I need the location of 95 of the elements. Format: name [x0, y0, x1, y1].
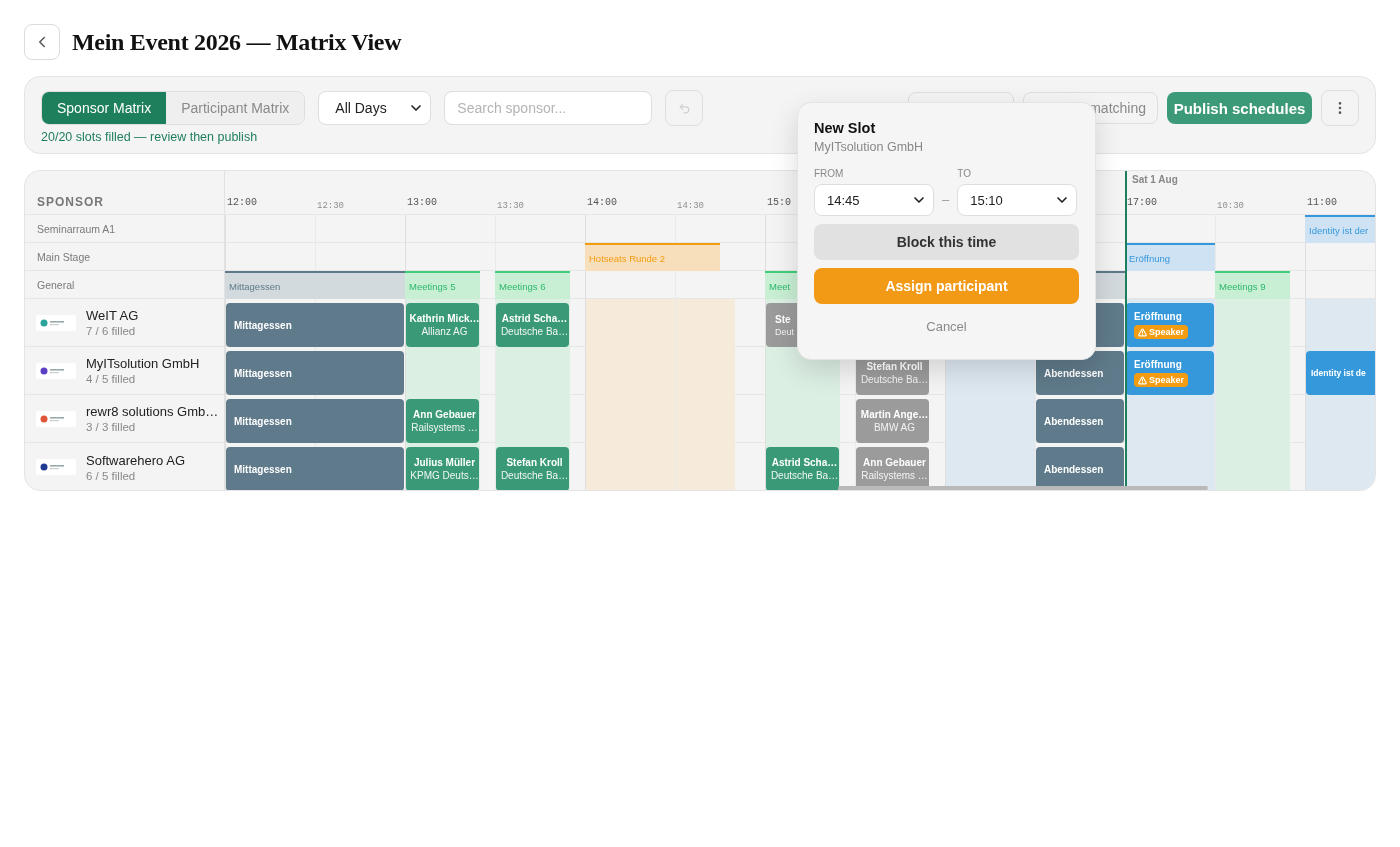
slot-block[interactable]: Stefan Kroll Deutsche Ba… [496, 447, 569, 490]
slot-company: Deutsche Ba… [860, 374, 929, 385]
slot-block[interactable]: Eröffnung Speaker [1126, 303, 1214, 347]
popup-subtitle: MyITsolution GmbH [814, 140, 925, 154]
slot-title: Eröffnung [1134, 359, 1182, 370]
slot-count: 6 / 5 filled [86, 469, 137, 482]
slot-title: Astrid Scha… [501, 313, 568, 324]
session-bar[interactable]: Identity ist der [1305, 215, 1375, 243]
room-label: Main Stage [25, 243, 227, 271]
publish-button[interactable]: Publish schedules [1167, 92, 1312, 124]
session-bar[interactable]: Meetings 9 [1215, 271, 1290, 299]
badge-label: Speaker [1149, 327, 1185, 337]
slot-block[interactable]: Astrid Scha… Deutsche Ba… [496, 303, 569, 347]
assign-button[interactable]: Assign participant [814, 268, 1079, 304]
from-select[interactable]: 14:45 [814, 184, 934, 216]
popup-title: New Slot [814, 120, 877, 136]
slot-title: Julius Müller [413, 457, 476, 468]
company-logo [36, 314, 76, 331]
field-label: TO [957, 168, 972, 179]
slot-block[interactable]: Identity ist de [1306, 351, 1375, 395]
slot-company: Deut [775, 326, 794, 337]
slot-title: Ann Gebauer [413, 409, 476, 420]
slot-title: Kathrin Mick… [409, 313, 479, 324]
slot-count: 3 / 3 filled [86, 421, 137, 433]
block-time-button[interactable]: Block this time [814, 224, 1079, 260]
more-button[interactable] [1321, 90, 1359, 126]
to-select[interactable]: 15:10 [957, 184, 1078, 216]
slot-block[interactable]: Martin Ange… BMW AG [856, 399, 929, 443]
field-label: FROM [814, 168, 845, 179]
time-label: 13:30 [497, 201, 524, 211]
slot-title: Stefan Kroll [866, 361, 923, 372]
slot-block[interactable]: Mittagessen [226, 447, 404, 490]
slot-company: Railsystems … [861, 470, 928, 481]
undo-icon [677, 101, 691, 115]
badge-label: Speaker [1149, 375, 1185, 385]
slot-title: Astrid Scha… [771, 457, 838, 468]
cancel-button[interactable]: Cancel [814, 312, 1079, 340]
slot-company: KPMG Deuts… [410, 470, 479, 481]
time-label: 14:30 [677, 201, 704, 211]
slot-block[interactable]: Ann Gebauer Railsystems … [406, 399, 479, 443]
status-text: 20/20 slots filled — review then publish [41, 130, 259, 144]
slot-title: Ste [775, 313, 791, 325]
time-label: 12:00 [227, 197, 257, 208]
scrollbar[interactable] [838, 486, 1208, 490]
slot-block[interactable]: Mittagessen [226, 351, 404, 395]
slot-title: Eröffnung [1134, 311, 1182, 322]
sponsor-name: rewr8 solutions Gmb… [86, 404, 219, 419]
slot-block[interactable]: Abendessen [1036, 399, 1124, 443]
time-label: 10:30 [1217, 201, 1244, 211]
time-label: 11:00 [1307, 197, 1337, 208]
page-title: Mein Event 2026 — Matrix View [72, 28, 402, 56]
time-label: 14:00 [587, 197, 617, 208]
slot-count: 7 / 6 filled [86, 325, 137, 337]
view-tab[interactable]: Participant Matrix [166, 92, 305, 124]
session-bar[interactable]: Mittagessen [225, 271, 405, 299]
session-bar[interactable]: Hotseats Runde 2 [585, 243, 720, 271]
time-label: 17:00 [1127, 197, 1157, 208]
slot-block[interactable]: Mittagessen [226, 303, 404, 347]
company-logo [36, 459, 76, 475]
session-bar[interactable]: Eröffnung [1125, 243, 1215, 271]
range-dash: – [942, 192, 950, 209]
company-logo [36, 362, 76, 379]
time-label: 12:30 [317, 201, 344, 211]
slot-company: Deutsche Ba… [770, 470, 839, 481]
slot-block[interactable]: Eröffnung Speaker [1126, 351, 1214, 395]
session-bar[interactable]: Meetings 5 [405, 271, 480, 299]
slot-company: Allianz AG [421, 326, 468, 337]
slot-block[interactable]: Kathrin Mick… Allianz AG [406, 303, 479, 347]
back-button[interactable] [24, 24, 60, 60]
sponsor-name: Softwarehero AG [86, 452, 185, 468]
slot-block[interactable]: Astrid Scha… Deutsche Ba… [766, 447, 839, 490]
sponsor-name: WeIT AG [86, 308, 139, 323]
warning-icon [1138, 375, 1147, 385]
company-logo [36, 410, 76, 427]
warning-icon [1138, 327, 1147, 337]
slot-company: Deutsche Ba… [500, 470, 569, 481]
slot-title: Martin Ange… [860, 409, 929, 420]
session-bar[interactable]: Meetings 6 [495, 271, 570, 299]
search-field[interactable]: Search sponsor... [444, 91, 653, 125]
slot-title: Stefan Kroll [506, 457, 563, 468]
time-label: 13:00 [407, 197, 437, 208]
slot-count: 4 / 5 filled [86, 373, 137, 385]
sponsor-name: MyITsolution GmbH [86, 356, 200, 371]
slot-company: Deutsche Ba… [500, 326, 569, 337]
view-tab[interactable]: Sponsor Matrix [42, 92, 167, 124]
time-label: 15:0 [767, 197, 791, 208]
column-header: SPONSOR [37, 195, 104, 209]
day-label: Sat 1 Aug [1132, 174, 1179, 185]
slot-company: Railsystems … [411, 422, 478, 433]
day-select[interactable]: All Days [318, 91, 432, 125]
room-label: Seminarraum A1 [25, 215, 227, 243]
slot-block[interactable]: Mittagessen [226, 399, 404, 443]
slot-block[interactable]: Julius Müller KPMG Deuts… [406, 447, 479, 490]
slot-title: Ann Gebauer [863, 457, 926, 468]
slot-company: BMW AG [873, 422, 916, 433]
